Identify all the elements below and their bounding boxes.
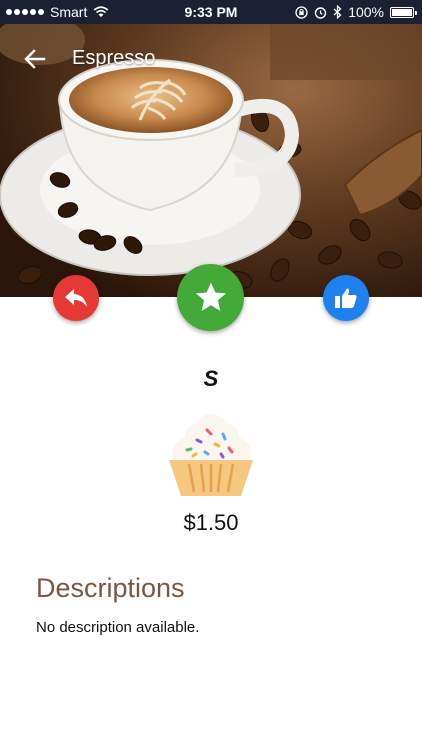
product-detail-screen: Smart 9:33 PM 100% Espresso S $1.50 Desc… (0, 0, 422, 750)
product-name: S (203, 366, 219, 391)
battery-level (392, 8, 412, 16)
reply-button[interactable] (53, 275, 99, 321)
alarm-icon (314, 6, 327, 19)
battery-icon (390, 6, 417, 18)
orientation-lock-icon (295, 5, 308, 19)
descriptions-heading: Descriptions (36, 573, 185, 603)
page-title: Espresso (72, 47, 156, 69)
description-text: No description available. (36, 619, 200, 636)
star-icon (195, 282, 226, 311)
reply-icon (65, 289, 87, 307)
bluetooth-icon (333, 5, 342, 19)
cupcake-icon (169, 414, 253, 496)
status-bar: Smart 9:33 PM 100% (0, 0, 422, 24)
favorite-button[interactable] (177, 264, 244, 331)
thumbs-up-icon (335, 288, 357, 308)
arrow-left-icon[interactable] (22, 46, 48, 72)
app-bar: Espresso (0, 36, 422, 82)
status-right: 100% (295, 4, 417, 20)
battery-percent: 100% (348, 4, 384, 20)
product-price: $1.50 (183, 510, 239, 535)
like-button[interactable] (323, 275, 369, 321)
